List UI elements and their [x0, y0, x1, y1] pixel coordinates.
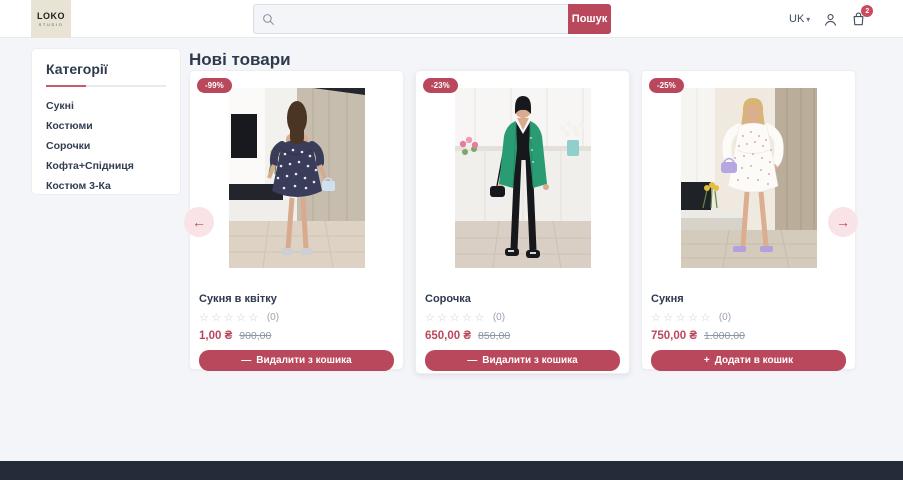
cart-button-label: Видалити з кошика [482, 355, 578, 366]
search-icon [262, 13, 275, 26]
cart-count-badge: 2 [861, 5, 874, 17]
logo-subtext: STUDIO [38, 22, 64, 27]
discount-badge: -25% [649, 78, 684, 93]
price: 650,00 ₴ [425, 330, 472, 342]
price-row: 650,00 ₴ 850,00 [425, 330, 620, 342]
sidebar-title: Категорії [46, 61, 108, 77]
product-card: -99% Сукня в квітку ☆☆☆☆☆ (0) 1,00 ₴ 900… [189, 70, 404, 371]
product-title[interactable]: Сукня [651, 293, 846, 305]
old-price: 900,00 [239, 330, 272, 342]
rating-count: (0) [718, 312, 732, 323]
user-icon [825, 13, 837, 26]
price-row: 1,00 ₴ 900,00 [199, 330, 394, 342]
sidebar-item-kostyum-3ka[interactable]: Костюм 3-Ка [46, 176, 166, 196]
chevron-down-icon: ▾ [806, 14, 811, 24]
rating-count: (0) [492, 312, 506, 323]
language-label: UK [789, 13, 805, 25]
sidebar-item-sukni[interactable]: Сукні [46, 96, 166, 116]
price-row: 750,00 ₴ 1.000,00 [651, 330, 846, 342]
minus-icon: — [467, 355, 478, 366]
price: 750,00 ₴ [651, 330, 698, 342]
discount-badge: -23% [423, 78, 458, 93]
product-card: -25% Сукня ☆☆☆☆☆ (0) 750,00 ₴ 1.000,00 +… [641, 70, 856, 371]
account-button[interactable] [823, 12, 838, 27]
carousel-next-button[interactable]: → [828, 207, 858, 237]
category-list: Сукні Костюми Сорочки Кофта+Спідниця Кос… [46, 96, 166, 196]
language-selector[interactable]: UK ▾ [789, 13, 810, 25]
product-card: -23% Сорочка ☆☆☆☆☆ (0) 650,00 ₴ 850,00 —… [415, 70, 630, 374]
product-title[interactable]: Сорочка [425, 293, 620, 305]
product-title[interactable]: Сукня в квітку [199, 293, 394, 305]
add-to-cart-button[interactable]: + Додати в кошик [651, 350, 846, 371]
header-actions: UK ▾ 2 [789, 0, 874, 38]
old-price: 1.000,00 [704, 330, 745, 342]
discount-badge: -99% [197, 78, 232, 93]
cart-button-label: Додати в кошик [714, 355, 794, 366]
sidebar-item-kostyumy[interactable]: Костюми [46, 116, 166, 136]
search-input[interactable] [281, 13, 560, 25]
product-image[interactable] [680, 88, 817, 268]
sidebar-item-kofta-spidnytsya[interactable]: Кофта+Спідниця [46, 156, 166, 176]
sidebar-divider [46, 85, 166, 87]
arrow-right-icon: → [836, 214, 850, 230]
cart-button[interactable]: 2 [851, 5, 874, 27]
product-info: Сукня ☆☆☆☆☆ (0) 750,00 ₴ 1.000,00 + Дода… [642, 293, 855, 371]
carousel-prev-button[interactable]: ← [184, 207, 214, 237]
old-price: 850,00 [478, 330, 511, 342]
search-bar: Пошук [253, 4, 611, 34]
minus-icon: — [241, 355, 252, 366]
rating-row: ☆☆☆☆☆ (0) [651, 311, 846, 324]
logo-text: LOKO [37, 11, 65, 21]
rating-count: (0) [266, 312, 280, 323]
remove-from-cart-button[interactable]: — Видалити з кошика [425, 350, 620, 371]
product-info: Сукня в квітку ☆☆☆☆☆ (0) 1,00 ₴ 900,00 —… [190, 293, 403, 371]
page-title: Нові товари [189, 50, 291, 69]
product-image[interactable] [454, 88, 591, 268]
product-image[interactable] [228, 88, 365, 268]
rating-stars-icon: ☆☆☆☆☆ [199, 312, 261, 324]
rating-row: ☆☆☆☆☆ (0) [425, 311, 620, 324]
plus-icon: + [703, 355, 710, 366]
product-info: Сорочка ☆☆☆☆☆ (0) 650,00 ₴ 850,00 — Вида… [416, 293, 629, 371]
arrow-left-icon: ← [192, 214, 206, 230]
rating-row: ☆☆☆☆☆ (0) [199, 311, 394, 324]
search-button[interactable]: Пошук [568, 4, 611, 34]
rating-stars-icon: ☆☆☆☆☆ [425, 312, 487, 324]
footer-bar [0, 461, 903, 480]
sidebar-item-sorochky[interactable]: Сорочки [46, 136, 166, 156]
cart-button-label: Видалити з кошика [256, 355, 352, 366]
categories-sidebar: Категорії Сукні Костюми Сорочки Кофта+Сп… [31, 48, 181, 195]
search-box [253, 4, 568, 34]
rating-stars-icon: ☆☆☆☆☆ [651, 312, 713, 324]
header: LOKO STUDIO Пошук UK ▾ 2 [0, 0, 903, 38]
remove-from-cart-button[interactable]: — Видалити з кошика [199, 350, 394, 371]
logo[interactable]: LOKO STUDIO [31, 0, 71, 38]
price: 1,00 ₴ [199, 330, 233, 342]
